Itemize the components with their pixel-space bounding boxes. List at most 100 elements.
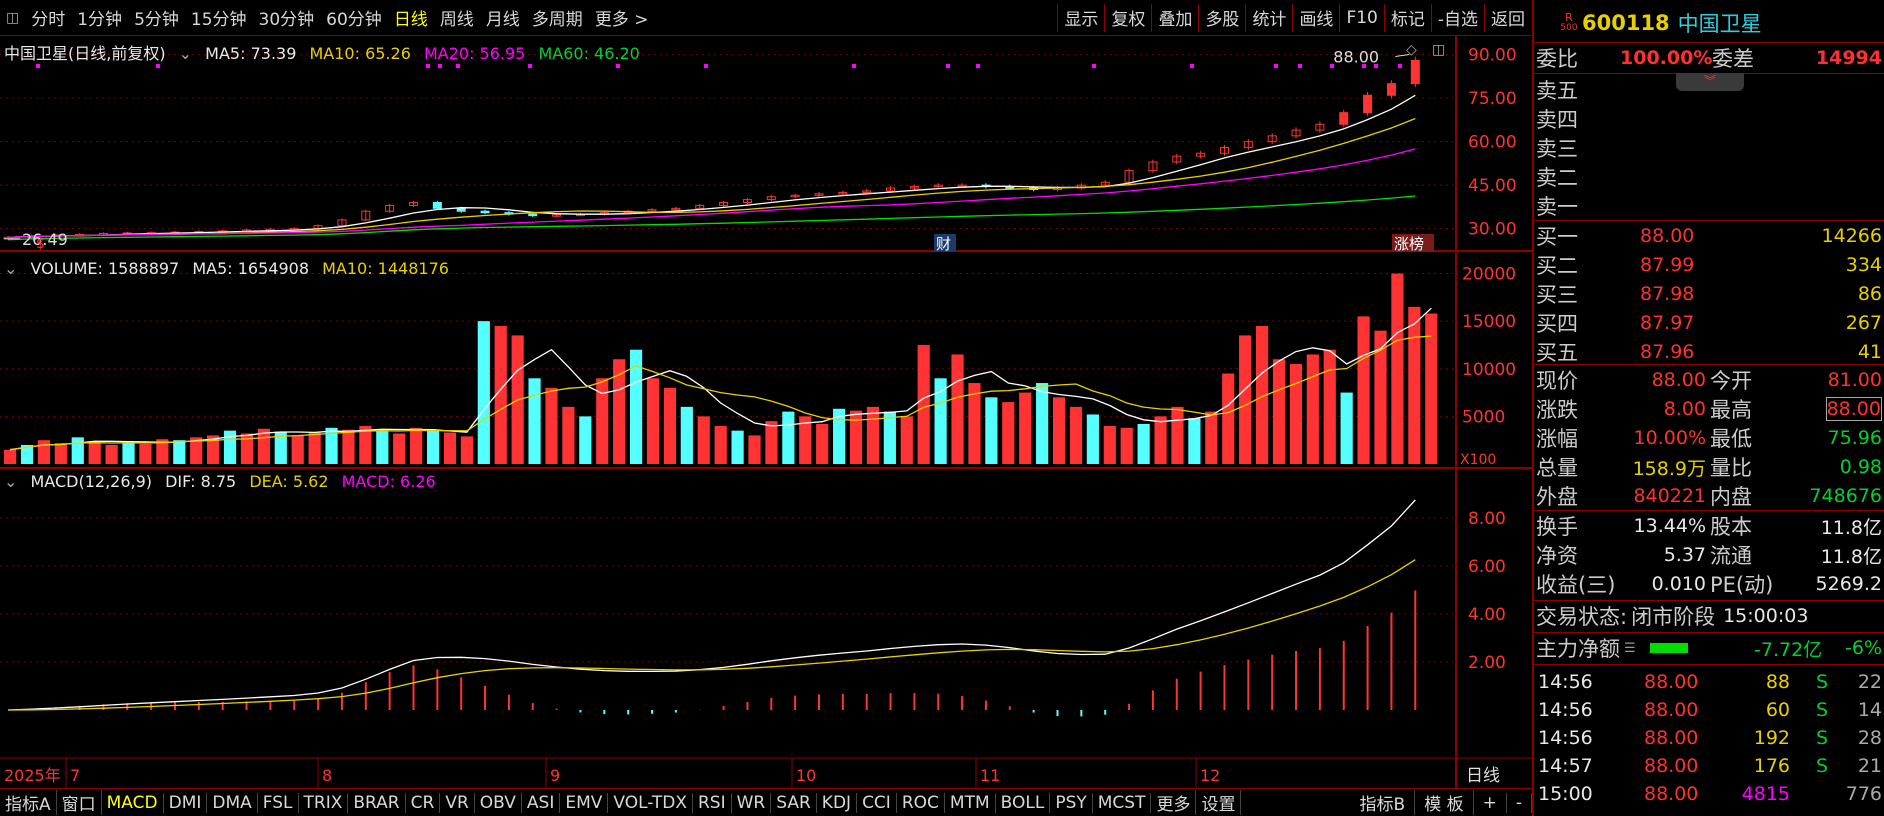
fundamental-value: 11.8亿	[1820, 545, 1882, 568]
volume-bar	[4, 449, 17, 464]
panel-toggle-icon[interactable]: ◫	[0, 10, 25, 26]
trade-status-label: 交易状态:	[1536, 605, 1628, 629]
tick-side: S	[1816, 699, 1829, 721]
period-tab-10[interactable]: 更多 >	[589, 5, 655, 30]
fundamental-label: 股本	[1710, 515, 1752, 539]
period-tab-6[interactable]: 日线	[388, 5, 434, 30]
limit-up-label: 涨榜	[1394, 235, 1424, 253]
index-badge: R 500	[1556, 12, 1582, 34]
indicator-tab-4[interactable]: DMA	[207, 792, 258, 813]
indicator-tab-0[interactable]: 指标A	[0, 790, 57, 815]
indicator-tab-25[interactable]: 设置	[1196, 790, 1242, 815]
stat-label: 今开	[1710, 369, 1752, 393]
template-tab-1[interactable]: 模 板	[1415, 790, 1474, 815]
period-tab-7[interactable]: 周线	[434, 5, 480, 30]
volume-bar	[900, 416, 913, 464]
period-tab-9[interactable]: 多周期	[526, 5, 589, 30]
fundamental-value: 13.44%	[1633, 515, 1706, 537]
period-tab-8[interactable]: 月线	[480, 5, 526, 30]
volume-bar	[105, 444, 118, 464]
trade-status-value: 闭市阶段	[1631, 605, 1716, 629]
function-tab-1[interactable]: 复权	[1105, 5, 1151, 30]
buy-row: 买三 87.98 86	[1534, 280, 1884, 308]
period-tab-4[interactable]: 30分钟	[253, 5, 321, 30]
volume-bar	[765, 421, 778, 464]
macd-legend: ⌄ MACD(12,26,9) DIF: 8.75 DEA: 5.62 MACD…	[4, 472, 444, 491]
indicator-tab-16[interactable]: SAR	[771, 792, 817, 813]
candle-body	[480, 210, 490, 214]
function-tab-2[interactable]: 叠加	[1152, 5, 1198, 30]
stat-row: 涨幅 10.00% 最低 75.96	[1534, 424, 1884, 452]
indicator-tab-21[interactable]: BOLL	[996, 792, 1051, 813]
function-tab-6[interactable]: F10	[1340, 8, 1383, 28]
indicator-tab-19[interactable]: ROC	[897, 792, 945, 813]
chart-canvas[interactable]: 90.0075.0060.0045.0030.0088.0026.49$ 财涨榜◇…	[0, 36, 1532, 788]
template-tab-0[interactable]: 指标B	[1351, 790, 1416, 815]
indicator-tab-1[interactable]: 窗口	[57, 790, 102, 815]
candle-body	[1339, 112, 1349, 125]
list-icon[interactable]: ☰	[1624, 641, 1636, 656]
template-tab-3[interactable]: -	[1507, 792, 1532, 813]
indicator-tab-11[interactable]: ASI	[522, 792, 561, 813]
function-tab-7[interactable]: 标记	[1385, 5, 1431, 30]
volume-bar	[646, 378, 660, 464]
indicator-tab-10[interactable]: OBV	[475, 792, 522, 813]
volume-unit-label: X100	[1460, 452, 1496, 468]
collapse-icon[interactable]: ⌄	[4, 259, 17, 278]
volume-bar	[748, 435, 761, 464]
sell-row: 卖一	[1534, 192, 1884, 220]
indicator-tab-15[interactable]: WR	[732, 792, 772, 813]
stat-label: 现价	[1536, 369, 1578, 393]
indicator-tab-14[interactable]: RSI	[693, 792, 732, 813]
event-marker-dot	[1398, 64, 1402, 68]
period-tab-3[interactable]: 15分钟	[185, 5, 253, 30]
function-tab-3[interactable]: 多股	[1199, 5, 1245, 30]
period-tab-2[interactable]: 5分钟	[128, 5, 185, 30]
volume-bar	[866, 406, 880, 464]
indicator-tab-13[interactable]: VOL-TDX	[608, 792, 693, 813]
buy-volume: 14266	[1821, 225, 1882, 247]
indicator-tab-24[interactable]: 更多	[1151, 790, 1197, 815]
candle-body	[456, 207, 466, 212]
function-tab-0[interactable]: 显示	[1058, 5, 1104, 30]
collapse-icon[interactable]: ⌄	[179, 44, 192, 63]
ma10-line	[7, 117, 1416, 238]
stat-row: 总量 158.9万 量比 0.98	[1534, 453, 1884, 481]
indicator-tab-9[interactable]: VR	[440, 792, 475, 813]
indicator-tab-17[interactable]: KDJ	[817, 792, 858, 813]
fundamental-label: 换手	[1536, 515, 1578, 539]
fundamental-label: 流通	[1710, 544, 1752, 568]
indicator-tab-6[interactable]: TRIX	[299, 792, 349, 813]
function-tab-8[interactable]: -自选	[1432, 5, 1484, 30]
period-tab-5[interactable]: 60分钟	[320, 5, 388, 30]
indicator-tab-18[interactable]: CCI	[857, 792, 897, 813]
function-tab-9[interactable]: 返回	[1485, 5, 1531, 30]
indicator-tab-3[interactable]: DMI	[164, 792, 208, 813]
period-tab-1[interactable]: 1分钟	[71, 5, 128, 30]
indicator-tab-22[interactable]: PSY	[1050, 792, 1093, 813]
stat-label: 内盘	[1710, 485, 1752, 509]
volume-bar	[528, 378, 541, 464]
tick-side: S	[1816, 755, 1829, 777]
event-marker-dot	[1274, 64, 1278, 68]
function-tab-4[interactable]: 统计	[1246, 5, 1292, 30]
ma60-legend: MA60: 46.20	[538, 44, 640, 63]
stat-row: 外盘 840221 内盘 748676	[1534, 482, 1884, 510]
buy-price: 87.99	[1640, 254, 1695, 276]
indicator-tab-2[interactable]: MACD	[102, 792, 164, 813]
price-tick-label: 75.00	[1468, 89, 1517, 109]
macd-title: MACD(12,26,9)	[30, 472, 153, 491]
template-tab-2[interactable]: +	[1474, 792, 1507, 813]
indicator-tab-7[interactable]: BRAR	[348, 792, 406, 813]
indicator-tab-12[interactable]: EMV	[560, 792, 609, 813]
period-tab-0[interactable]: 分时	[25, 5, 71, 30]
function-tab-5[interactable]: 画线	[1293, 5, 1339, 30]
indicator-tab-23[interactable]: MCST	[1093, 792, 1152, 813]
collapse-icon[interactable]: ⌄	[4, 472, 17, 491]
weicha-label: 委差	[1712, 47, 1754, 71]
indicator-tab-8[interactable]: CR	[406, 792, 441, 813]
indicator-tab-5[interactable]: FSL	[258, 792, 299, 813]
indicator-tab-20[interactable]: MTM	[945, 792, 996, 813]
fundamental-label: PE(动)	[1710, 573, 1774, 597]
event-marker-dot	[704, 64, 708, 68]
